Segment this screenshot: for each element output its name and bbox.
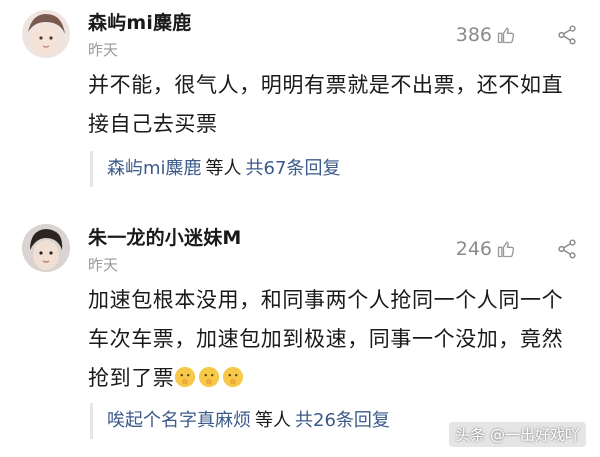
shush-face-emoji-icon xyxy=(223,366,244,388)
emoji-group xyxy=(174,366,244,388)
watermark: 头条 @一出好戏吖 xyxy=(449,422,586,447)
reply-mid: 等人 xyxy=(255,410,291,431)
comment-username[interactable]: 朱一龙的小迷妹M xyxy=(88,223,242,250)
like-count: 246 xyxy=(455,238,492,260)
comment-item: 朱一龙的小迷妹M 昨天 246 加速包根本没用，和同事两个人抢同一个人同一个车次… xyxy=(0,208,600,457)
comment-item: 森屿mi麋鹿 昨天 386 并不能，很气人，明明有票就是不出票，还不如直接自己去… xyxy=(0,0,600,200)
reply-users[interactable]: 森屿mi麋鹿 xyxy=(107,158,202,179)
comment-text-content: 加速包根本没用，和同事两个人抢同一个人同一个车次车票，加速包加到极速，同事一个没… xyxy=(88,288,564,390)
thumbs-up-icon xyxy=(497,241,515,258)
thumbs-up-icon xyxy=(497,27,515,44)
reply-users[interactable]: 唉起个名字真麻烦 xyxy=(107,410,251,431)
comment-username[interactable]: 森屿mi麋鹿 xyxy=(88,8,192,35)
comment-text: 并不能，很气人，明明有票就是不出票，还不如直接自己去买票 xyxy=(88,73,564,136)
comment-time: 昨天 xyxy=(88,256,119,274)
like-button[interactable]: 386 xyxy=(456,24,516,46)
reply-thread-link[interactable]: 森屿mi麋鹿 等人 共67条回复 xyxy=(90,151,340,187)
reply-count[interactable]: 共67条回复 xyxy=(246,158,341,179)
comment-text: 加速包根本没用，和同事两个人抢同一个人同一个车次车票，加速包加到极速，同事一个没… xyxy=(88,281,578,398)
avatar[interactable] xyxy=(22,10,70,58)
shush-face-emoji-icon xyxy=(199,366,220,388)
like-button[interactable]: 246 xyxy=(456,238,516,260)
share-icon[interactable] xyxy=(556,238,578,260)
reply-thread-link[interactable]: 唉起个名字真麻烦 等人 共26条回复 xyxy=(90,403,390,439)
reply-mid: 等人 xyxy=(205,158,242,179)
share-icon[interactable] xyxy=(556,24,578,46)
avatar[interactable] xyxy=(22,224,70,272)
reply-count[interactable]: 共26条回复 xyxy=(295,410,390,431)
shush-face-emoji-icon xyxy=(175,366,196,388)
comment-time: 昨天 xyxy=(88,41,119,59)
like-count: 386 xyxy=(455,24,492,46)
